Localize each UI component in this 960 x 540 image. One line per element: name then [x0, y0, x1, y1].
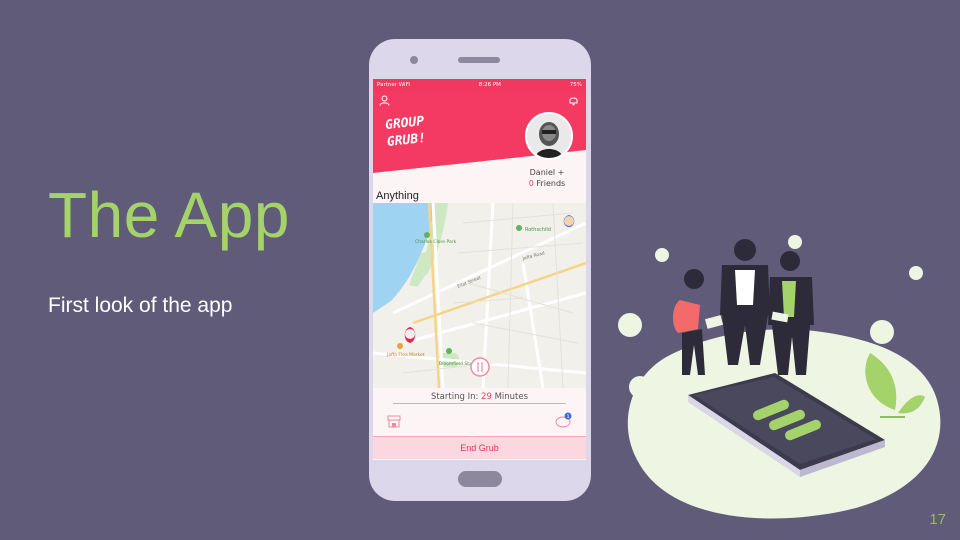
friend-count: 0: [528, 179, 534, 188]
group-summary: Daniel + 0 Friends: [507, 167, 586, 189]
app-logo: GROUP GRUB!: [384, 113, 426, 151]
status-bar: Partner WiFi 8:26 PM 75%: [373, 79, 586, 91]
clock-label: 8:26 PM: [478, 82, 501, 88]
app-screen: Partner WiFi 8:26 PM 75% GROUP GRUB! Dan…: [373, 79, 586, 460]
avatar[interactable]: [525, 112, 573, 160]
map-view[interactable]: Rothschild Charles Clore Park Jaffa Road…: [373, 202, 586, 389]
home-button: [458, 471, 502, 487]
user-name: Daniel +: [529, 168, 565, 177]
map-label-park: Charles Clore Park: [415, 239, 457, 245]
divider: [393, 403, 566, 404]
friends-label: Friends: [536, 179, 566, 188]
profile-icon[interactable]: [379, 95, 390, 106]
food-mode-label[interactable]: Anything: [376, 190, 419, 202]
slide-subtitle: First look of the app: [48, 294, 233, 317]
timer-value: 29: [481, 392, 492, 402]
chat-icon[interactable]: 1: [555, 412, 573, 428]
chat-badge: 1: [567, 414, 570, 420]
battery-label: 75%: [569, 82, 582, 88]
carrier-label: Partner WiFi: [377, 82, 410, 88]
timer-suffix: Minutes: [494, 392, 529, 402]
map-label-market: Jaffa Flea Market: [386, 352, 425, 358]
restaurant-marker-icon[interactable]: [470, 357, 490, 377]
slide-title: The App: [48, 179, 290, 251]
team-illustration: [618, 235, 941, 519]
speaker-bar: [458, 57, 500, 63]
bell-icon[interactable]: [568, 95, 579, 106]
map-label-place: Rothschild: [525, 227, 551, 233]
camera-dot: [410, 56, 418, 64]
countdown-text: Starting In: 29 Minutes: [373, 392, 586, 402]
end-grub-button[interactable]: End Grub: [373, 436, 586, 459]
store-icon[interactable]: [387, 415, 401, 428]
timer-prefix: Starting In:: [430, 392, 479, 402]
phone-mockup: Partner WiFi 8:26 PM 75% GROUP GRUB! Dan…: [369, 39, 591, 501]
